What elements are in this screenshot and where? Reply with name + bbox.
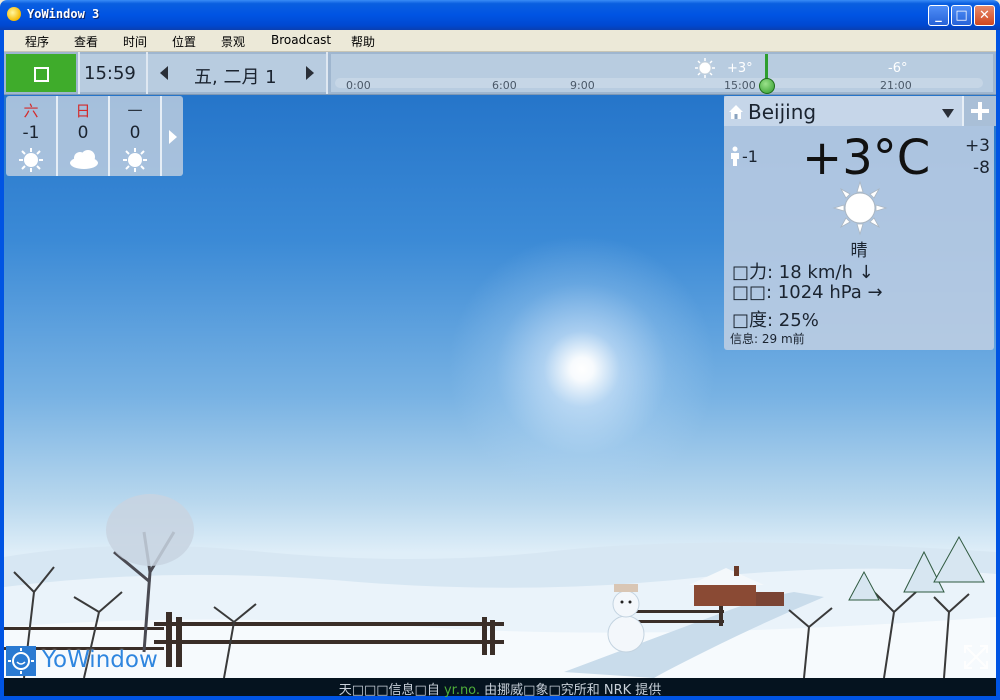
weather-panel: Beijing -1 +3°C +3 -8 晴 □力: 18 km/h ↓ □□…	[724, 96, 996, 350]
forecast-next-icon[interactable]	[169, 130, 177, 144]
pressure-row: □□: 1024 hPa →	[732, 282, 883, 303]
divider	[326, 52, 328, 94]
menu-bar: 程序 查看 时间 位置 景观 Broadcast 帮助	[4, 30, 996, 52]
yr-link[interactable]: yr.no.	[444, 683, 480, 698]
prev-day-icon[interactable]	[160, 66, 168, 80]
weather-scene: 15:59 五, 二月 1 0:00 6:00 9:00 15:00 21:00…	[4, 52, 996, 678]
timeline[interactable]: 0:00 6:00 9:00 15:00 21:00 +3° -6°	[331, 54, 993, 94]
menu-help[interactable]: 帮助	[351, 33, 375, 50]
close-button[interactable]: ✕	[974, 5, 995, 26]
timeline-handle[interactable]	[759, 78, 775, 94]
sun-icon	[695, 58, 715, 78]
day-name: 日	[75, 102, 91, 120]
sun-icon	[123, 148, 147, 172]
credit-suffix: 由挪威□象□究所和 NRK 提供	[480, 683, 662, 698]
forecast-day[interactable]: 六 -1	[6, 96, 56, 176]
city-name: Beijing	[748, 100, 817, 124]
menu-location[interactable]: 位置	[172, 33, 196, 50]
sun-icon	[832, 180, 888, 236]
high-temp: +3	[964, 136, 990, 156]
sun-logo-icon	[8, 648, 34, 674]
cloud-icon	[70, 150, 98, 169]
location-selector[interactable]: Beijing	[724, 96, 994, 126]
window-title: YoWindow 3	[27, 7, 100, 21]
current-time[interactable]: 15:59	[84, 63, 136, 84]
status-bar: 天□□□信息□自 yr.no. 由挪威□象□究所和 NRK 提供	[4, 678, 996, 698]
menu-landscape[interactable]: 景观	[221, 33, 245, 50]
app-icon	[7, 7, 21, 21]
current-date[interactable]: 五, 二月 1	[194, 63, 277, 89]
yowindow-logo[interactable]: YoWindow	[6, 646, 166, 676]
divider	[160, 96, 162, 176]
day-temp: -1	[22, 123, 40, 143]
day-name: 六	[23, 102, 39, 120]
add-location-button[interactable]	[962, 96, 996, 126]
menu-program[interactable]: 程序	[25, 33, 49, 50]
day-temp: 0	[129, 123, 141, 143]
day-name: 一	[127, 102, 143, 120]
day-temp: 0	[77, 123, 89, 143]
chevron-down-icon[interactable]	[942, 109, 954, 118]
person-icon	[731, 146, 739, 166]
humidity-row: □度: 25%	[732, 310, 819, 331]
timeline-temp: +3°	[727, 61, 753, 76]
timeline-temp: -6°	[888, 61, 908, 76]
tick-label: 0:00	[346, 79, 371, 92]
data-source-credit: 天□□□信息□自 yr.no. 由挪威□象□究所和 NRK 提供	[4, 679, 996, 698]
logo-badge	[6, 646, 36, 676]
sun-icon	[19, 148, 43, 172]
maximize-button[interactable]: □	[951, 5, 972, 26]
tick-label: 15:00	[724, 79, 756, 92]
home-icon	[729, 105, 743, 119]
forecast-day[interactable]: 一 0	[110, 96, 160, 176]
title-bar: YoWindow 3 _ □ ✕	[0, 0, 1000, 30]
minimize-button[interactable]: _	[928, 5, 949, 26]
tick-label: 9:00	[570, 79, 595, 92]
menu-view[interactable]: 查看	[74, 33, 98, 50]
low-temp: -8	[973, 158, 990, 178]
play-button[interactable]	[6, 54, 76, 92]
forecast-day[interactable]: 日 0	[58, 96, 108, 176]
tick-label: 21:00	[880, 79, 912, 92]
tick-label: 6:00	[492, 79, 517, 92]
plus-icon-bar	[978, 102, 982, 120]
time-bar: 15:59 五, 二月 1 0:00 6:00 9:00 15:00 21:00…	[4, 52, 996, 95]
logo-text: YoWindow	[42, 647, 158, 673]
stop-square-icon	[34, 67, 49, 82]
menu-time[interactable]: 时间	[123, 33, 147, 50]
feels-like: -1	[742, 147, 758, 166]
menu-broadcast[interactable]: Broadcast	[271, 33, 331, 47]
update-info: 信息: 29 m前	[730, 332, 805, 346]
forecast-strip: 六 -1 日 0 一 0	[6, 96, 183, 176]
wind-row: □力: 18 km/h ↓	[732, 262, 874, 283]
window-frame-right	[996, 30, 1000, 700]
fullscreen-icon[interactable]	[961, 642, 991, 672]
next-day-icon[interactable]	[306, 66, 314, 80]
credit-prefix: 天□□□信息□自	[338, 683, 444, 698]
current-temperature: +3°C	[802, 130, 931, 186]
